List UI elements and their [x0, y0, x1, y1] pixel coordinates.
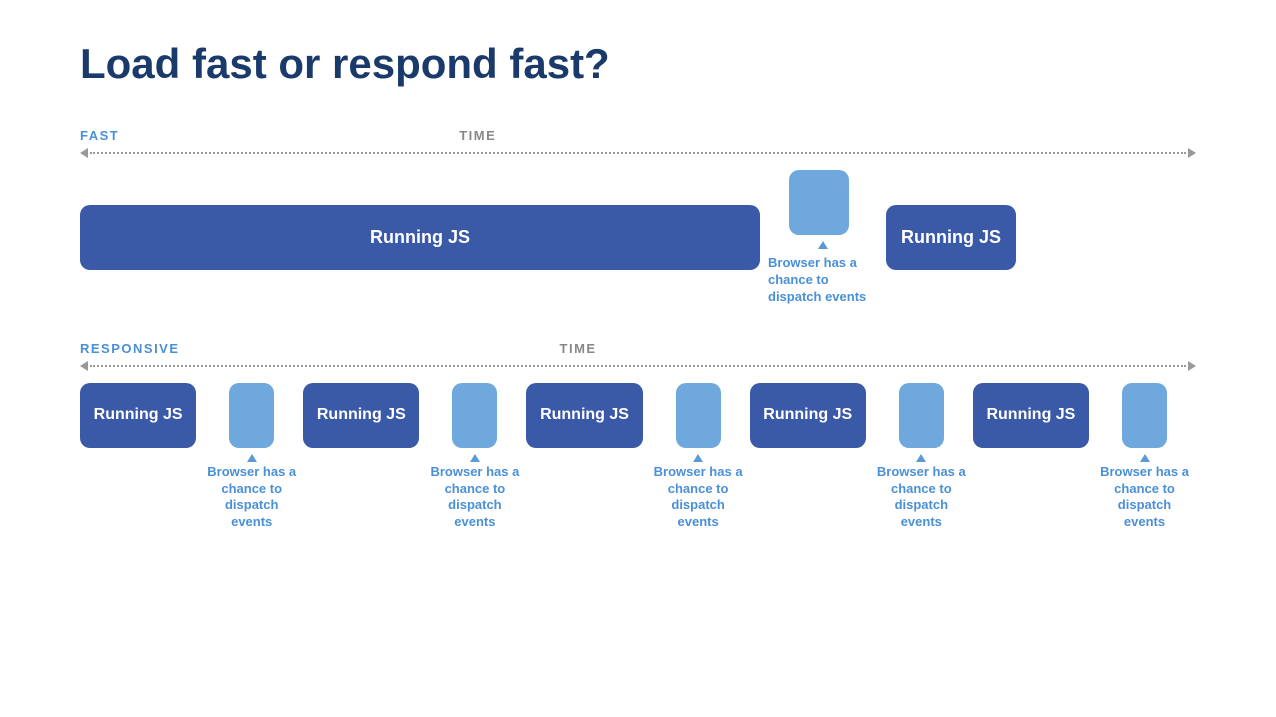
arrow-left-icon	[80, 148, 88, 158]
resp-running-js-5: Running JS	[973, 383, 1089, 448]
resp-browser-label-1: Browser has a chance to dispatch events	[204, 464, 299, 532]
responsive-section: RESPONSIVE TIME Running JS Browser has a…	[80, 341, 1196, 532]
fast-section: FAST TIME Running JS Browser has a chanc…	[80, 128, 1196, 306]
resp-arrow-right-icon	[1188, 361, 1196, 371]
arrow-right-icon	[1188, 148, 1196, 158]
fast-time-label: TIME	[459, 128, 496, 143]
resp-running-js-1: Running JS	[80, 383, 196, 448]
resp-gap-3: Browser has a chance to dispatch events	[651, 383, 746, 532]
dotted-line	[90, 152, 1186, 154]
resp-time-label: TIME	[560, 341, 597, 356]
resp-arrow-up-5-icon	[1140, 454, 1150, 462]
fast-blocks: Running JS Browser has a chance to dispa…	[80, 170, 1196, 306]
resp-js-label-5: Running JS	[986, 406, 1075, 424]
resp-gap-4: Browser has a chance to dispatch events	[874, 383, 969, 532]
resp-arrow-up-3-icon	[693, 454, 703, 462]
fast-running-js-block-1: Running JS	[80, 205, 760, 270]
resp-running-js-3: Running JS	[526, 383, 642, 448]
resp-running-js-4: Running JS	[750, 383, 866, 448]
resp-gap-block-1	[229, 383, 274, 448]
resp-dotted-line	[90, 365, 1186, 367]
resp-browser-label-4: Browser has a chance to dispatch events	[874, 464, 969, 532]
resp-gap-block-2	[452, 383, 497, 448]
resp-browser-label-2: Browser has a chance to dispatch events	[427, 464, 522, 532]
resp-browser-label-5: Browser has a chance to dispatch events	[1097, 464, 1192, 532]
fast-browser-event-label: Browser has a chance to dispatch events	[768, 255, 878, 306]
resp-blocks-row: Running JS Browser has a chance to dispa…	[80, 383, 1196, 532]
responsive-label: RESPONSIVE	[80, 341, 180, 356]
resp-arrow-up-2-icon	[470, 454, 480, 462]
fast-gap-block	[789, 170, 849, 235]
fast-running-js-label-2: Running JS	[901, 227, 1001, 248]
resp-js-label-1: Running JS	[94, 406, 183, 424]
resp-gap-block-3	[676, 383, 721, 448]
resp-label-row: RESPONSIVE TIME	[80, 341, 1196, 356]
fast-running-js-label-1: Running JS	[370, 227, 470, 248]
resp-gap-1: Browser has a chance to dispatch events	[204, 383, 299, 532]
resp-js-label-2: Running JS	[317, 406, 406, 424]
fast-label-row: FAST TIME	[80, 128, 1196, 143]
resp-arrow-up-1-icon	[247, 454, 257, 462]
fast-timeline-arrow	[80, 148, 1196, 158]
fast-label: FAST	[80, 128, 119, 143]
resp-js-label-3: Running JS	[540, 406, 629, 424]
resp-arrow-left-icon	[80, 361, 88, 371]
resp-arrow-up-4-icon	[916, 454, 926, 462]
resp-gap-5: Browser has a chance to dispatch events	[1097, 383, 1192, 532]
fast-running-js-block-2: Running JS	[886, 205, 1016, 270]
resp-js-label-4: Running JS	[763, 406, 852, 424]
resp-running-js-2: Running JS	[303, 383, 419, 448]
resp-gap-block-5	[1122, 383, 1167, 448]
page-title: Load fast or respond fast?	[80, 40, 1196, 88]
resp-gap-block-4	[899, 383, 944, 448]
fast-gap-unit: Browser has a chance to dispatch events	[768, 170, 878, 306]
resp-browser-label-3: Browser has a chance to dispatch events	[651, 464, 746, 532]
fast-arrow-up-icon	[818, 241, 828, 249]
resp-gap-2: Browser has a chance to dispatch events	[427, 383, 522, 532]
resp-timeline-arrow	[80, 361, 1196, 371]
